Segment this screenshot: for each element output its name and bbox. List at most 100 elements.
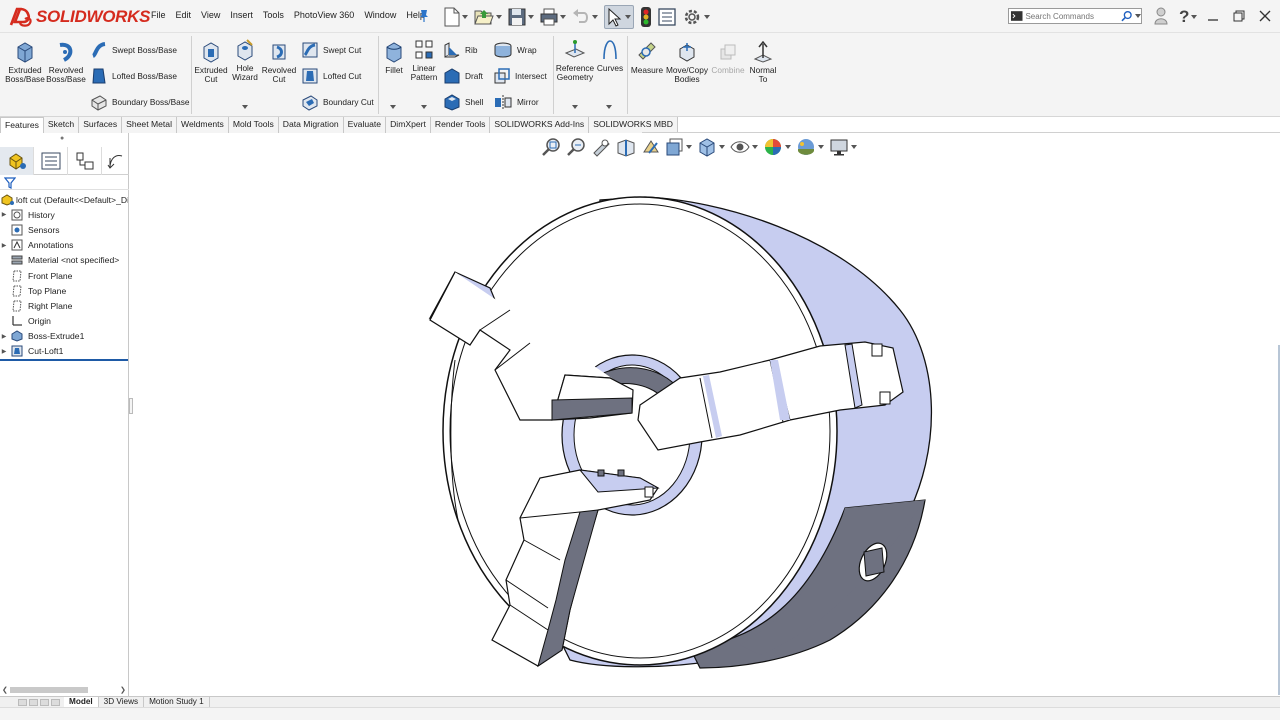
tab-data-migration[interactable]: Data Migration [278, 117, 344, 133]
file-properties-button[interactable] [658, 5, 676, 29]
menu-file[interactable]: File [146, 10, 171, 20]
menu-view[interactable]: View [196, 10, 225, 20]
edit-appearance-button[interactable] [763, 137, 791, 157]
intersect-button[interactable]: Intersect [493, 67, 547, 85]
tab-weldments[interactable]: Weldments [177, 117, 229, 133]
wrap-button[interactable]: Wrap [493, 41, 537, 59]
tab-solidworks-add-ins[interactable]: SOLIDWORKS Add-Ins [490, 117, 590, 133]
revolved-cut-button[interactable]: Revolved Cut [260, 41, 298, 84]
reference-geometry-button[interactable]: Reference Geometry [555, 39, 595, 82]
mirror-button[interactable]: Mirror [493, 93, 539, 111]
view-settings-button[interactable] [829, 137, 857, 157]
menu-window[interactable]: Window [359, 10, 401, 20]
restore-button[interactable] [1226, 4, 1252, 28]
tab-surfaces[interactable]: Surfaces [79, 117, 123, 133]
tab-evaluate[interactable]: Evaluate [343, 117, 387, 133]
solidworks-logo[interactable]: SOLIDWORKS [6, 4, 150, 30]
tree-item-annotations[interactable]: ▶ Annotations [0, 238, 128, 253]
display-style-button[interactable] [697, 137, 725, 157]
extruded-cut-button[interactable]: Extruded Cut [193, 41, 229, 84]
help-button[interactable]: ? [1174, 4, 1200, 28]
user-account-button[interactable] [1148, 4, 1174, 28]
tree-item-origin[interactable]: Origin [0, 314, 128, 329]
swept-cut-button[interactable]: Swept Cut [301, 41, 361, 59]
revolved-boss-button[interactable]: Revolved Boss/Base [46, 41, 86, 84]
tree-item-cut-loft1[interactable]: ▶ Cut-Loft1 [0, 344, 128, 359]
feature-manager-tab[interactable] [0, 147, 34, 175]
tree-item-sensors[interactable]: Sensors [0, 222, 128, 237]
swept-boss-button[interactable]: Swept Boss/Base [90, 41, 177, 59]
hole-wizard-button[interactable]: Hole Wizard [228, 39, 262, 82]
bottom-tab-motion-study-1[interactable]: Motion Study 1 [144, 697, 210, 707]
pane-collapse-handle[interactable] [129, 398, 133, 414]
expand-arrow-icon[interactable]: ▶ [0, 333, 8, 340]
expand-arrow-icon[interactable]: ▶ [0, 242, 8, 249]
measure-button[interactable]: Measure [630, 41, 664, 75]
close-button[interactable] [1252, 4, 1278, 28]
menu-photoview-360[interactable]: PhotoView 360 [289, 10, 359, 20]
search-commands-box[interactable] [1008, 8, 1142, 24]
normal-to-button[interactable]: Normal To [747, 41, 779, 84]
boundary-cut-button[interactable]: Boundary Cut [301, 93, 374, 111]
draft-button[interactable]: Draft [443, 67, 483, 85]
combine-button[interactable]: Combine [709, 41, 747, 75]
tree-item-boss-extrude1[interactable]: ▶ Boss-Extrude1 [0, 329, 128, 344]
tab-dimxpert[interactable]: DimXpert [386, 117, 431, 133]
new-document-button[interactable] [444, 5, 468, 29]
three-jaw-chuck-model[interactable] [400, 185, 960, 685]
section-view-button[interactable] [616, 137, 636, 157]
boundary-boss-button[interactable]: Boundary Boss/Base [90, 93, 189, 111]
select-button[interactable] [604, 5, 634, 29]
bottom-tab-3d-views[interactable]: 3D Views [99, 697, 145, 707]
print-button[interactable] [540, 5, 566, 29]
tree-item-history[interactable]: ▶ History [0, 207, 128, 222]
lofted-cut-button[interactable]: Lofted Cut [301, 67, 361, 85]
tree-item-material-not-specified[interactable]: Material <not specified> [0, 253, 128, 268]
bottom-tab-model[interactable]: Model [64, 697, 99, 707]
tree-root-part[interactable]: loft cut (Default<<Default>_Di [0, 192, 128, 207]
zoom-to-fit-button[interactable] [541, 137, 561, 157]
tab-scroll-buttons[interactable] [0, 697, 64, 707]
menu-tools[interactable]: Tools [258, 10, 289, 20]
tab-sketch[interactable]: Sketch [43, 117, 80, 133]
menu-edit[interactable]: Edit [171, 10, 197, 20]
rebuild-button[interactable] [640, 5, 652, 29]
linear-pattern-button[interactable]: Linear Pattern [408, 39, 440, 82]
curves-button[interactable]: Curves [596, 39, 624, 73]
expand-arrow-icon[interactable]: ▶ [0, 348, 8, 355]
save-button[interactable] [508, 5, 534, 29]
lofted-boss-button[interactable]: Lofted Boss/Base [90, 67, 177, 85]
move-copy-bodies-button[interactable]: Move/Copy Bodies [665, 41, 709, 84]
minimize-button[interactable] [1200, 4, 1226, 28]
undo-button[interactable] [572, 5, 598, 29]
view-orientation-button[interactable] [666, 138, 692, 156]
tab-render-tools[interactable]: Render Tools [430, 117, 491, 133]
apply-scene-button[interactable] [796, 137, 824, 157]
pane-handle[interactable]: ● [60, 135, 64, 142]
hide-show-items-button[interactable] [730, 137, 758, 157]
previous-view-button[interactable] [591, 137, 611, 157]
tree-item-right-plane[interactable]: Right Plane [0, 298, 128, 313]
dynamic-annotation-button[interactable] [641, 137, 661, 157]
property-manager-tab[interactable] [34, 147, 68, 175]
tab-solidworks-mbd[interactable]: SOLIDWORKS MBD [589, 117, 678, 133]
pin-icon[interactable] [418, 9, 430, 23]
tab-features[interactable]: Features [0, 117, 44, 133]
configuration-manager-tab[interactable] [68, 147, 102, 175]
tree-item-top-plane[interactable]: Top Plane [0, 283, 128, 298]
shell-button[interactable]: Shell [443, 93, 483, 111]
options-button[interactable] [682, 5, 710, 29]
tree-item-front-plane[interactable]: Front Plane [0, 268, 128, 283]
fillet-button[interactable]: Fillet [381, 41, 407, 75]
search-icon[interactable] [1121, 10, 1133, 22]
zoom-to-area-button[interactable] [566, 137, 586, 157]
tree-horizontal-scrollbar[interactable]: ❮ ❯ [0, 684, 129, 696]
search-input[interactable] [1025, 11, 1122, 21]
tab-sheet-metal[interactable]: Sheet Metal [122, 117, 177, 133]
rib-button[interactable]: Rib [443, 41, 477, 59]
tab-mold-tools[interactable]: Mold Tools [228, 117, 279, 133]
extruded-boss-button[interactable]: Extruded Boss/Base [4, 41, 46, 84]
expand-arrow-icon[interactable]: ▶ [0, 211, 8, 218]
open-button[interactable] [474, 5, 502, 29]
menu-insert[interactable]: Insert [225, 10, 258, 20]
